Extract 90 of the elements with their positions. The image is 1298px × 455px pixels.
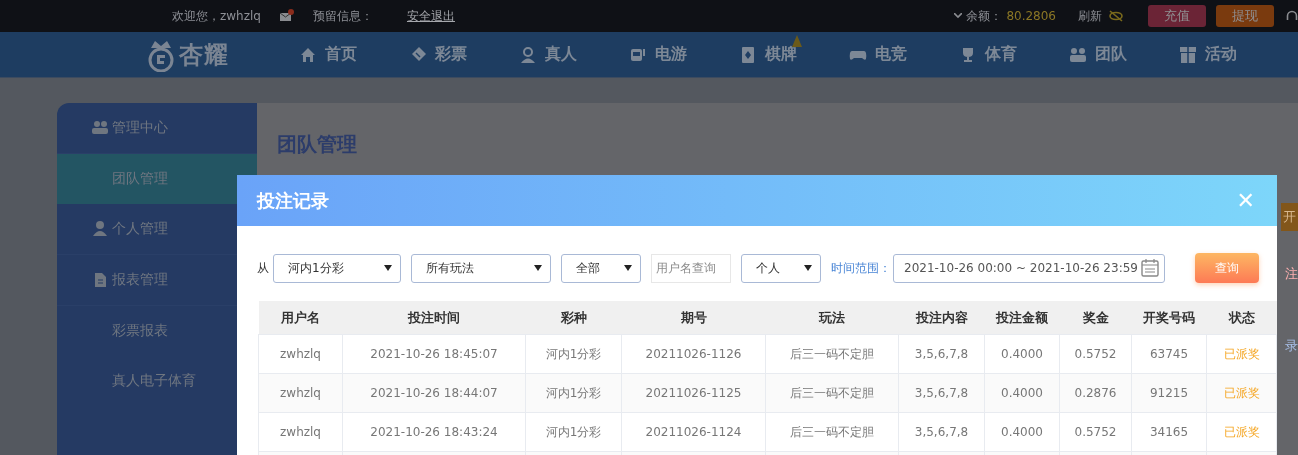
column-header: 投注内容 [898, 301, 985, 335]
text-fragment: 注 [1285, 265, 1298, 283]
home-icon [299, 45, 317, 64]
table-cell: 20211026-1126 [621, 334, 766, 374]
nav-link[interactable]: 真人 [519, 44, 603, 65]
status-text: 已派奖 [1206, 373, 1277, 413]
column-header: 投注金额 [984, 301, 1060, 335]
time-range-label: 时间范围： [831, 259, 891, 277]
text-fragment: 开 [1281, 203, 1298, 231]
column-header: 奖金 [1059, 301, 1132, 335]
table-cell: 3,5,6,7,8 [898, 412, 985, 452]
caret-icon [954, 13, 963, 19]
scope-dropdown[interactable]: 个人 [741, 253, 821, 283]
table-cell: zwhzlq [258, 412, 343, 452]
table-cell: 3,5,6,7,8 [898, 373, 985, 413]
play-type-dropdown[interactable]: 所有玩法 [411, 253, 551, 283]
status-text: 已派奖 [1206, 412, 1277, 452]
nav-link[interactable]: 团队 [1069, 44, 1153, 65]
table-cell: 0.2876 [1059, 373, 1132, 413]
table-cell: 91215 [1131, 373, 1207, 413]
lottery-dropdown[interactable]: 河内1分彩 [273, 253, 401, 283]
nav-link[interactable]: 首页 [299, 44, 383, 65]
search-button[interactable]: 查询 [1195, 253, 1259, 283]
nav-link[interactable]: 彩票 [409, 44, 493, 65]
sidebar-item[interactable]: 团队管理 [57, 154, 257, 204]
nav-link[interactable]: 棋牌 [739, 44, 823, 65]
text-fragment: 录 [1285, 337, 1298, 355]
welcome-text: 欢迎您，zwhzlq [172, 7, 261, 25]
eye-slash-icon [1108, 10, 1124, 22]
table-cell: 后三一码不定胆 [765, 373, 899, 413]
table-cell: 河内1分彩 [525, 412, 622, 452]
report-icon [92, 272, 108, 288]
withdraw-button[interactable]: 提现 [1216, 5, 1274, 27]
status-dropdown[interactable]: 全部 [561, 253, 641, 283]
column-header: 玩法 [765, 301, 899, 335]
table-cell: 3,5,6,7,8 [898, 334, 985, 374]
gift-icon [1179, 45, 1197, 64]
logo-text: 杏耀 [179, 39, 229, 71]
table-cell: 34165 [1131, 412, 1207, 452]
date-range-field[interactable]: 2021-10-26 00:00 ~ 2021-10-26 23:59 [893, 253, 1165, 283]
dropdown-caret-icon [534, 265, 542, 271]
logout-link[interactable]: 安全退出 [406, 7, 455, 25]
table-cell: 后三一码不定胆 [765, 334, 899, 374]
refresh-link[interactable]: 刷新 [1078, 7, 1102, 25]
team-icon [92, 120, 108, 136]
from-label: 从 [257, 259, 269, 277]
reserved-info-label: 预留信息： [312, 7, 373, 25]
column-header: 期号 [621, 301, 766, 335]
group-icon [1069, 45, 1087, 64]
column-header: 状态 [1206, 301, 1277, 335]
table-cell: 63745 [1131, 334, 1207, 374]
nav-link[interactable]: 电竞 [849, 44, 933, 65]
table-cell: 20211026-1125 [621, 373, 766, 413]
table-cell: 0.5752 [1059, 334, 1132, 374]
table-cell: 2021-10-26 18:43:24 [342, 412, 526, 452]
column-header: 投注时间 [342, 301, 526, 335]
column-header: 彩种 [525, 301, 622, 335]
nav-link[interactable]: 体育 [959, 44, 1043, 65]
page-title: 团队管理 [277, 131, 357, 158]
nav-link[interactable]: 电游 [629, 44, 713, 65]
balance-label: 余额： [966, 7, 1003, 25]
nav-link[interactable]: 活动 [1179, 44, 1263, 65]
username-field[interactable]: 用户名查询 [651, 253, 731, 283]
column-header: 开奖号码 [1131, 301, 1207, 335]
table-cell: 河内1分彩 [525, 334, 622, 374]
modal-title: 投注记录 [257, 188, 329, 213]
dropdown-caret-icon [624, 265, 632, 271]
mail-icon [278, 9, 295, 23]
table-cell: 0.4000 [984, 412, 1060, 452]
table-cell: 0.5752 [1059, 412, 1132, 452]
balance-value: 80.2806 [1006, 9, 1056, 23]
table-cell: zwhzlq [258, 373, 343, 413]
calendar-icon [1140, 258, 1160, 278]
dropdown-caret-icon [804, 265, 812, 271]
table-cell: 0.4000 [984, 373, 1060, 413]
user-icon [92, 221, 108, 237]
table-cell: 0.4000 [984, 334, 1060, 374]
deposit-button[interactable]: 充值 [1148, 5, 1206, 27]
dropdown-caret-icon [384, 265, 392, 271]
person-icon [519, 45, 537, 64]
table-cell: zwhzlq [258, 334, 343, 374]
column-header: 用户名 [258, 301, 343, 335]
card-icon [739, 45, 757, 64]
close-button[interactable]: ✕ [1236, 188, 1255, 213]
table-cell: 河内1分彩 [525, 373, 622, 413]
table-cell: 2021-10-26 18:45:07 [342, 334, 526, 374]
table-cell: 20211026-1124 [621, 412, 766, 452]
status-text: 已派奖 [1206, 334, 1277, 374]
table-cell: 后三一码不定胆 [765, 412, 899, 452]
table-cell: 2021-10-26 18:44:07 [342, 373, 526, 413]
